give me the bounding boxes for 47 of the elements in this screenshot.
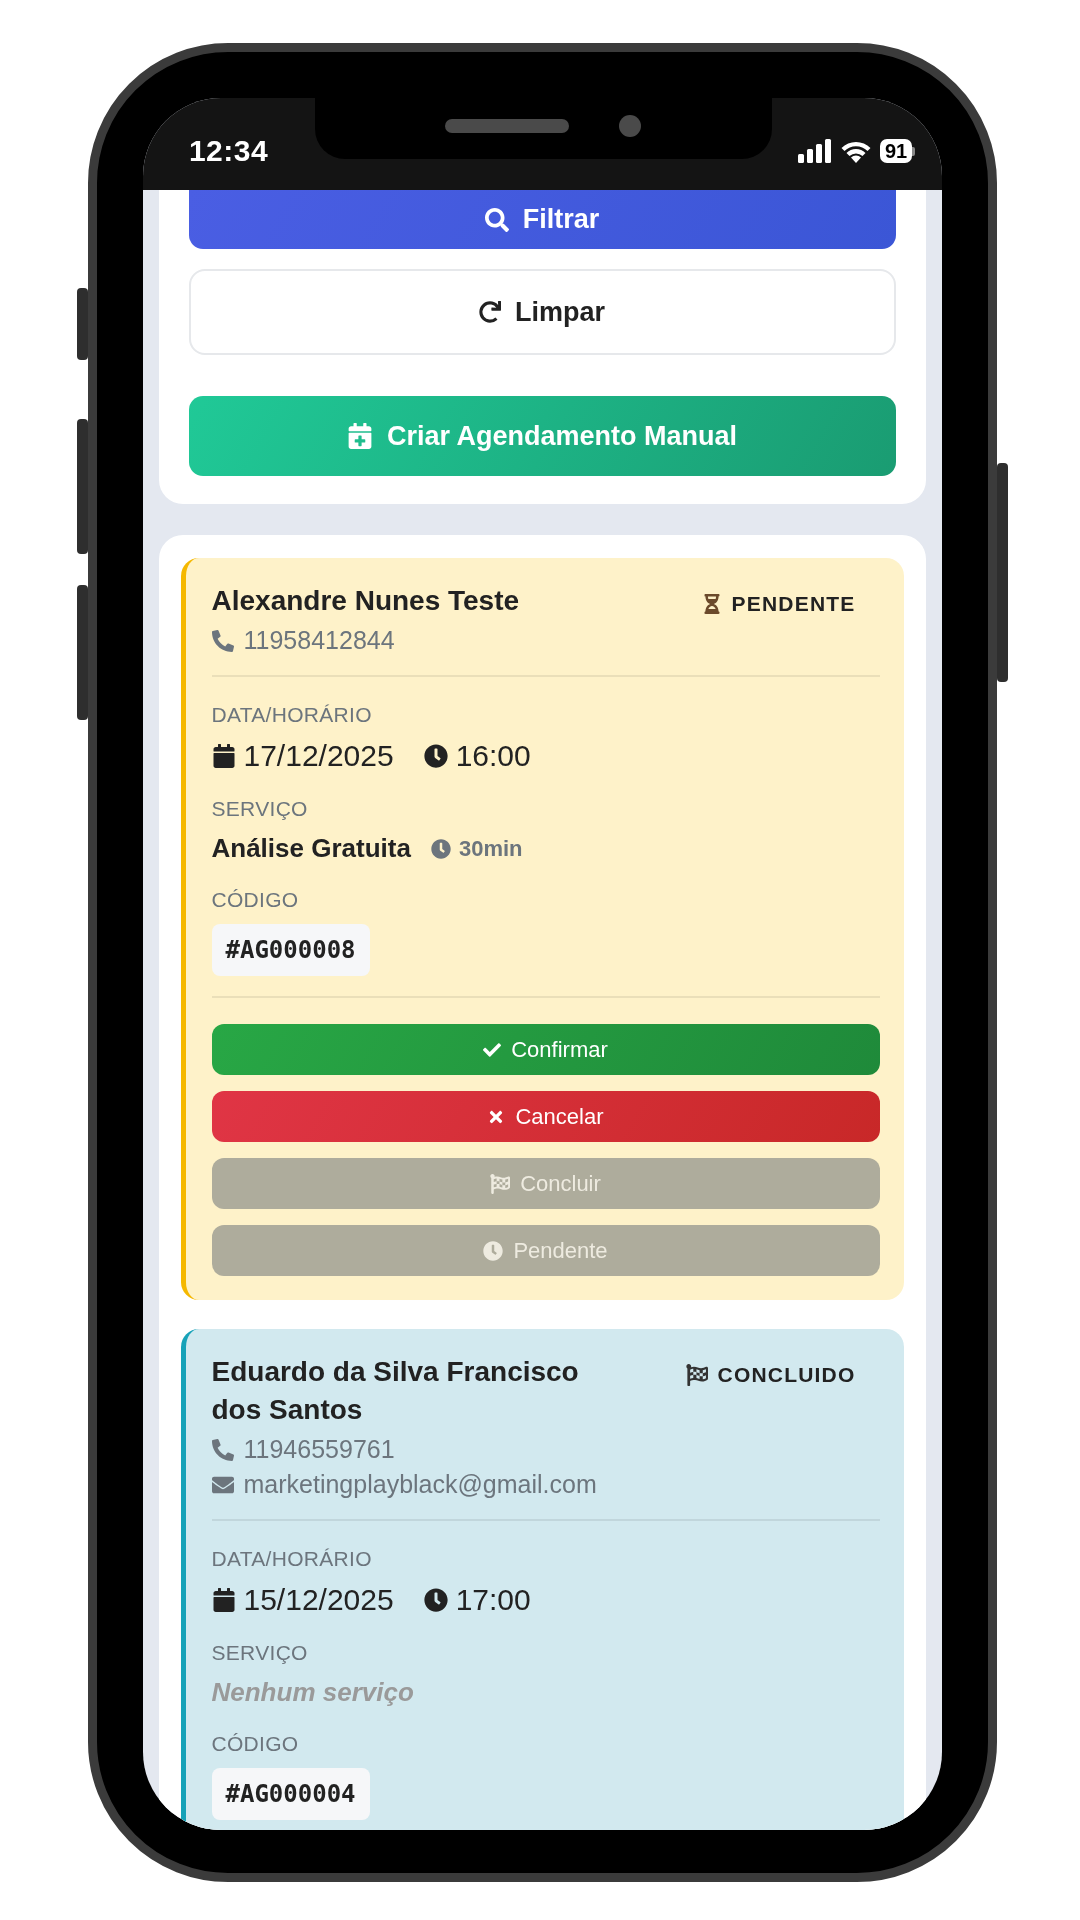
calendar-icon xyxy=(211,1588,236,1612)
status-label: CONCLUIDO xyxy=(717,1363,856,1387)
service-name: Nenhum serviço xyxy=(211,1677,414,1708)
clock-icon xyxy=(423,744,448,768)
checkered-flag-icon xyxy=(685,1364,708,1386)
checkered-flag-icon xyxy=(490,1173,511,1194)
phone-number: 11946559761 xyxy=(243,1435,395,1464)
field-label: SERVIÇO xyxy=(211,1641,309,1665)
clock-icon xyxy=(430,838,451,859)
appointment-date: 15/12/2025 xyxy=(243,1583,394,1617)
refresh-icon xyxy=(479,301,501,323)
appointment-code: #AG000008 xyxy=(211,924,370,976)
clock-icon xyxy=(483,1240,504,1261)
service-duration: 30min xyxy=(458,835,523,862)
field-label: CÓDIGO xyxy=(211,1732,300,1756)
field-label: SERVIÇO xyxy=(211,797,309,821)
filter-button[interactable]: Filtrar xyxy=(188,190,896,249)
appointment-code: #AG000004 xyxy=(211,1768,370,1820)
battery-tip xyxy=(912,146,916,156)
camera-dot xyxy=(619,114,641,137)
clear-button[interactable]: Limpar xyxy=(188,269,896,355)
appointment-time: 16:00 xyxy=(455,739,531,773)
field-label: CÓDIGO xyxy=(211,888,300,912)
calendar-plus-icon xyxy=(346,423,373,449)
cancel-button[interactable]: Cancelar xyxy=(211,1091,880,1142)
client-name: Eduardo da Silva Francisco dos Santos xyxy=(211,1355,580,1427)
email-address: marketingplayblack@gmail.com xyxy=(243,1470,597,1499)
service-name: Análise Gratuita xyxy=(211,833,411,864)
clock-icon xyxy=(423,1588,448,1612)
search-icon xyxy=(484,207,509,232)
field-label: DATA/HORÁRIO xyxy=(211,1547,373,1571)
client-name: Alexandre Nunes Teste xyxy=(211,584,521,618)
calendar-icon xyxy=(211,744,236,768)
phone-icon xyxy=(211,1438,234,1461)
field-label: DATA/HORÁRIO xyxy=(211,703,373,727)
confirm-button[interactable]: Confirmar xyxy=(211,1024,880,1075)
appointment-time: 17:00 xyxy=(455,1583,531,1617)
check-icon xyxy=(483,1040,502,1059)
create-appointment-button[interactable]: Criar Agendamento Manual xyxy=(188,396,896,476)
appointment-date: 17/12/2025 xyxy=(243,739,394,773)
phone-icon xyxy=(211,629,234,652)
status-label: PENDENTE xyxy=(731,592,856,616)
signal-icon xyxy=(797,139,832,163)
phone-number: 11958412844 xyxy=(243,626,395,655)
battery-level: 91 xyxy=(879,139,913,163)
status-time: 12:34 xyxy=(188,134,269,168)
wifi-icon xyxy=(839,139,872,163)
